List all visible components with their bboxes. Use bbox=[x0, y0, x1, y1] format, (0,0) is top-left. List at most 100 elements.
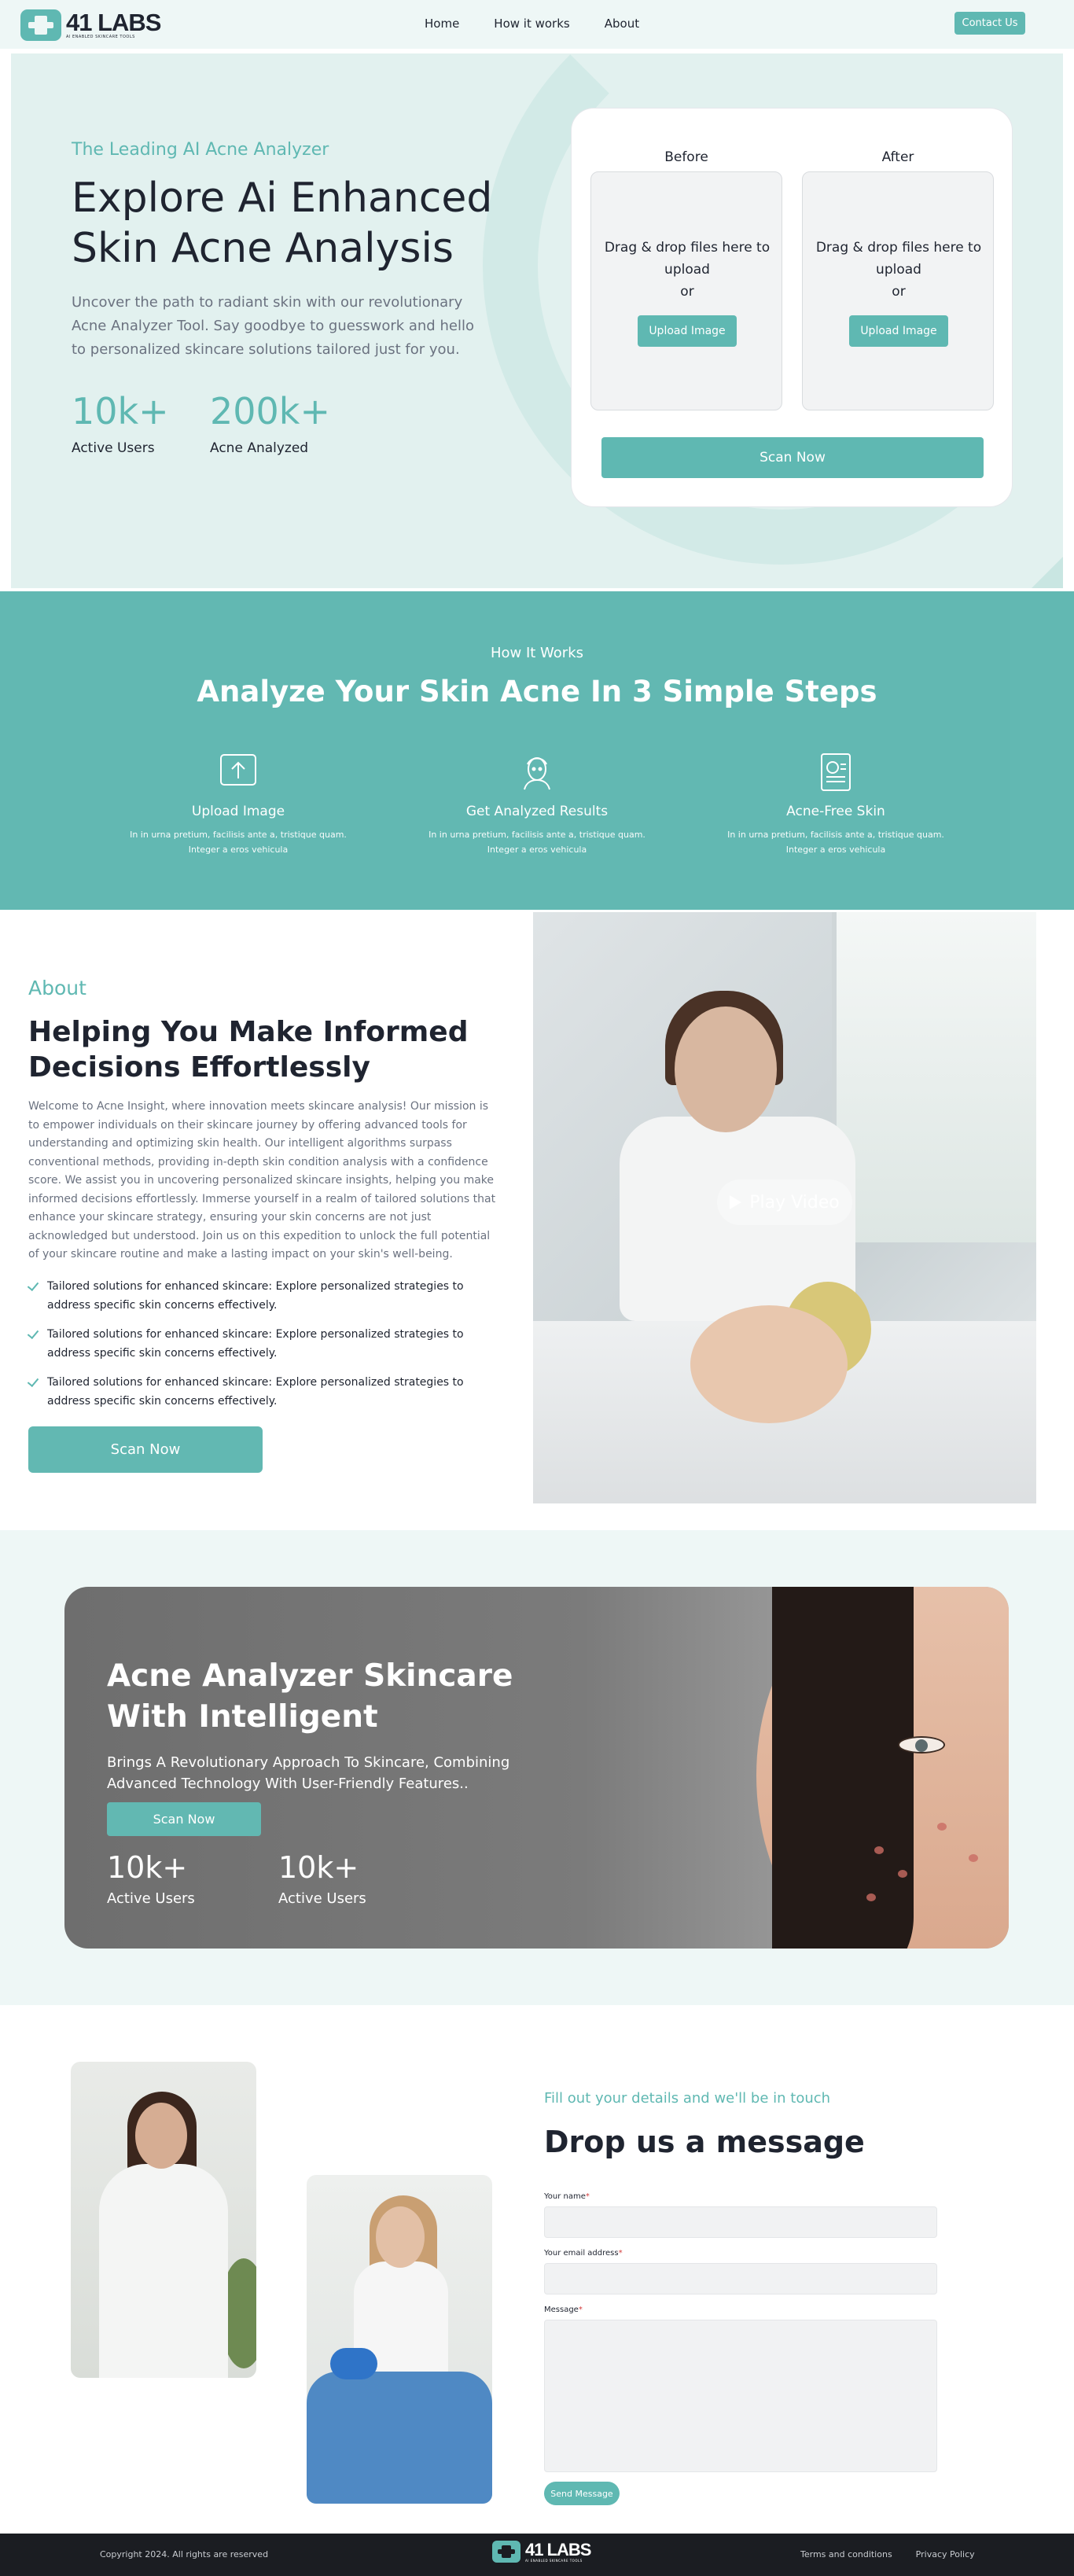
nav-about[interactable]: About bbox=[605, 17, 639, 31]
about-eyebrow: About bbox=[28, 977, 86, 999]
list-item: Tailored solutions for enhanced skincare… bbox=[28, 1373, 500, 1411]
list-item: Tailored solutions for enhanced skincare… bbox=[28, 1277, 500, 1315]
facial-treatment-photo bbox=[307, 2175, 492, 2504]
nav-home[interactable]: Home bbox=[425, 17, 459, 31]
logo-tagline: AI ENABLED SKINCARE TOOLS bbox=[525, 2558, 583, 2563]
logo-tagline: AI ENABLED SKINCARE TOOLS bbox=[66, 34, 135, 39]
stat-label: Active Users bbox=[278, 1890, 366, 1907]
terms-link[interactable]: Terms and conditions bbox=[800, 2549, 892, 2559]
top-nav: 41 LABS AI ENABLED SKINCARE TOOLS Home H… bbox=[0, 0, 1074, 49]
stat-value: 10k+ bbox=[72, 390, 169, 432]
email-field[interactable] bbox=[544, 2263, 937, 2294]
medical-cross-icon bbox=[20, 9, 61, 41]
stat-label: Active Users bbox=[107, 1890, 195, 1907]
stat-value: 200k+ bbox=[210, 390, 330, 432]
banner-scan-button[interactable]: Scan Now bbox=[107, 1802, 261, 1836]
stat-value: 10k+ bbox=[107, 1850, 188, 1885]
bullet-text: Tailored solutions for enhanced skincare… bbox=[47, 1280, 464, 1312]
form-title: Drop us a message bbox=[544, 2125, 865, 2159]
upload-after-button[interactable]: Upload Image bbox=[849, 315, 948, 347]
play-label: Play Video bbox=[749, 1192, 840, 1213]
dropzone-instructions: Drag & drop files here to upload bbox=[815, 240, 982, 278]
after-label: After bbox=[881, 149, 914, 165]
step-title: Upload Image bbox=[191, 804, 285, 819]
about-scan-button[interactable]: Scan Now bbox=[28, 1426, 263, 1473]
check-icon bbox=[28, 1373, 39, 1392]
face-analysis-icon bbox=[517, 752, 557, 793]
footer: Copyright 2024. All rights are reserved … bbox=[0, 2534, 1074, 2576]
before-dropzone[interactable]: Drag & drop files here to upload or Uplo… bbox=[590, 171, 782, 410]
about-bullets: Tailored solutions for enhanced skincare… bbox=[28, 1277, 500, 1421]
medical-cross-icon bbox=[492, 2541, 520, 2563]
dermatologist-photo bbox=[71, 2062, 256, 2378]
hero-description: Uncover the path to radiant skin with ou… bbox=[72, 294, 474, 358]
scan-now-button[interactable]: Scan Now bbox=[601, 437, 984, 478]
nav-links: Home How it works About bbox=[425, 17, 639, 31]
dropzone-instructions: Drag & drop files here to upload bbox=[604, 240, 771, 278]
step-description: In in urna pretium, facilisis ante a, tr… bbox=[428, 830, 646, 855]
footer-logo[interactable]: 41 LABS AI ENABLED SKINCARE TOOLS bbox=[492, 2539, 591, 2563]
logo-name: 41 LABS bbox=[525, 2539, 591, 2559]
nav-how-it-works[interactable]: How it works bbox=[494, 17, 569, 31]
footer-links: Terms and conditions Privacy Policy bbox=[800, 2549, 975, 2559]
step-description: In in urna pretium, facilisis ante a, tr… bbox=[130, 830, 347, 855]
about-title: Helping You Make Informed Decisions Effo… bbox=[28, 1016, 469, 1084]
step-description: In in urna pretium, facilisis ante a, tr… bbox=[727, 830, 944, 855]
report-icon bbox=[815, 752, 856, 793]
upload-icon bbox=[218, 752, 259, 793]
step-acne-free: Acne-Free Skin In in urna pretium, facil… bbox=[710, 752, 962, 857]
play-video-button[interactable]: Play Video bbox=[717, 1179, 852, 1225]
step-upload: Upload Image In in urna pretium, facilis… bbox=[112, 752, 364, 857]
stat-active-users: 10k+ Active Users bbox=[72, 390, 169, 456]
promo-banner: Acne Analyzer Skincare With Intelligent … bbox=[64, 1587, 1009, 1949]
step-analyze: Get Analyzed Results In in urna pretium,… bbox=[411, 752, 663, 857]
stat-value: 10k+ bbox=[278, 1850, 359, 1885]
stat-label: Acne Analyzed bbox=[210, 440, 309, 456]
bullet-text: Tailored solutions for enhanced skincare… bbox=[47, 1376, 464, 1408]
how-title: Analyze Your Skin Acne In 3 Simple Steps bbox=[197, 675, 877, 708]
banner-stat: 10k+ Active Users bbox=[278, 1849, 366, 1907]
banner-section: Acne Analyzer Skincare With Intelligent … bbox=[0, 1530, 1074, 2005]
play-icon bbox=[730, 1195, 742, 1209]
list-item: Tailored solutions for enhanced skincare… bbox=[28, 1325, 500, 1363]
decorative-corner bbox=[1032, 557, 1063, 588]
step-title: Acne-Free Skin bbox=[786, 804, 885, 819]
stat-label: Active Users bbox=[72, 440, 155, 456]
upload-before-button[interactable]: Upload Image bbox=[638, 315, 737, 347]
privacy-link[interactable]: Privacy Policy bbox=[916, 2549, 975, 2559]
dropzone-or: or bbox=[680, 284, 694, 300]
how-it-works-section: How It Works Analyze Your Skin Acne In 3… bbox=[0, 591, 1074, 910]
name-label: Your name* bbox=[544, 2192, 590, 2201]
message-field[interactable] bbox=[544, 2320, 937, 2472]
copyright: Copyright 2024. All rights are reserved bbox=[100, 2549, 269, 2559]
name-field[interactable] bbox=[544, 2206, 937, 2238]
email-label: Your email address* bbox=[544, 2249, 623, 2258]
stat-acne-analyzed: 200k+ Acne Analyzed bbox=[210, 390, 330, 456]
banner-description: Brings A Revolutionary Approach To Skinc… bbox=[107, 1754, 510, 1792]
required-mark: * bbox=[585, 2192, 590, 2201]
treatment-video-thumbnail: Play Video bbox=[533, 912, 1036, 1503]
check-icon bbox=[28, 1325, 39, 1344]
form-eyebrow: Fill out your details and we'll be in to… bbox=[544, 2090, 831, 2107]
check-icon bbox=[28, 1277, 39, 1296]
banner-stat: 10k+ Active Users bbox=[107, 1849, 195, 1907]
hero-eyebrow: The Leading AI Acne Analyzer bbox=[72, 140, 329, 160]
hero-section: The Leading AI Acne Analyzer Explore Ai … bbox=[11, 53, 1063, 588]
after-dropzone[interactable]: Drag & drop files here to upload or Uplo… bbox=[802, 171, 994, 410]
before-label: Before bbox=[664, 149, 708, 165]
contact-us-button[interactable]: Contact Us bbox=[954, 12, 1025, 35]
banner-title: Acne Analyzer Skincare With Intelligent bbox=[107, 1658, 513, 1735]
about-description: Welcome to Acne Insight, where innovatio… bbox=[28, 1100, 496, 1260]
step-title: Get Analyzed Results bbox=[465, 804, 609, 819]
message-label: Message* bbox=[544, 2306, 583, 2314]
logo-name: 41 LABS bbox=[66, 8, 161, 36]
upload-card: Before After Drag & drop files here to u… bbox=[572, 109, 1012, 506]
bullet-text: Tailored solutions for enhanced skincare… bbox=[47, 1328, 464, 1360]
required-mark: * bbox=[578, 2306, 583, 2314]
landing-page: 41 LABS AI ENABLED SKINCARE TOOLS Home H… bbox=[0, 0, 1074, 2576]
required-mark: * bbox=[618, 2249, 623, 2258]
send-message-button[interactable]: Send Message bbox=[544, 2482, 620, 2505]
how-eyebrow: How It Works bbox=[490, 645, 584, 661]
brand-logo[interactable]: 41 LABS AI ENABLED SKINCARE TOOLS bbox=[20, 8, 161, 41]
hero-title: Explore Ai Enhanced Skin Acne Analysis bbox=[72, 175, 493, 272]
